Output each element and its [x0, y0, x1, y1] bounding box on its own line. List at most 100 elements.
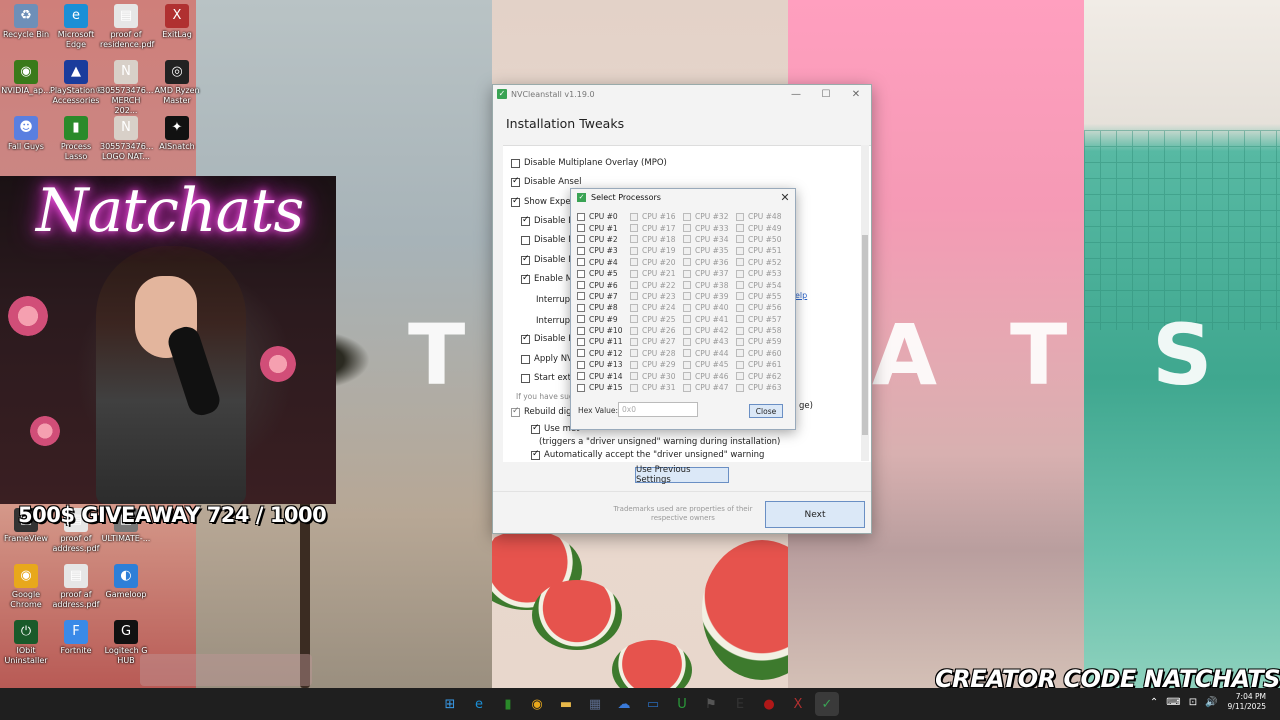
- checkbox[interactable]: [511, 176, 520, 187]
- cpu-checkbox[interactable]: CPU #47: [683, 382, 736, 393]
- cpu-checkbox[interactable]: CPU #57: [736, 314, 789, 325]
- scrollbar-thumb[interactable]: [862, 235, 868, 435]
- help-link[interactable]: elp: [795, 291, 807, 300]
- network-icon[interactable]: ⊡: [1189, 697, 1197, 708]
- checkbox[interactable]: [521, 373, 530, 383]
- checkbox[interactable]: [630, 269, 638, 278]
- checkbox[interactable]: [531, 449, 540, 460]
- cpu-checkbox[interactable]: CPU #51: [736, 245, 789, 256]
- checkbox[interactable]: [511, 196, 520, 207]
- use-previous-settings-button[interactable]: Use Previous Settings: [635, 465, 729, 485]
- cpu-checkbox[interactable]: CPU #25: [630, 314, 683, 325]
- checkbox[interactable]: [683, 258, 691, 267]
- store-icon[interactable]: ▦: [583, 692, 607, 716]
- checkbox[interactable]: [683, 337, 691, 346]
- checkbox[interactable]: [521, 273, 530, 284]
- tweak-option[interactable]: Show Expert: [511, 196, 578, 207]
- fl-icon[interactable]: ⚑: [699, 692, 723, 716]
- desktop-icon[interactable]: ◎ AMD Ryzen Master: [151, 60, 203, 106]
- desktop-icon[interactable]: N 305573476... MERCH 202...: [100, 60, 153, 116]
- checkbox[interactable]: [630, 383, 638, 392]
- cpu-checkbox[interactable]: CPU #1: [577, 222, 630, 233]
- checkbox[interactable]: [683, 212, 691, 221]
- desktop-icon[interactable]: ▤ proof af address.pdf: [50, 564, 102, 610]
- checkbox[interactable]: [511, 158, 520, 168]
- file-explorer-icon[interactable]: ▬: [554, 692, 578, 716]
- checkbox[interactable]: [736, 383, 744, 392]
- cpu-checkbox[interactable]: CPU #60: [736, 348, 789, 359]
- cpu-checkbox[interactable]: CPU #17: [630, 222, 683, 233]
- checkbox[interactable]: [736, 303, 744, 312]
- cpu-checkbox[interactable]: CPU #28: [630, 348, 683, 359]
- next-button[interactable]: Next: [765, 501, 865, 528]
- checkbox[interactable]: [683, 292, 691, 301]
- checkbox[interactable]: [683, 246, 691, 255]
- cpu-checkbox[interactable]: CPU #52: [736, 257, 789, 268]
- close-button[interactable]: Close: [749, 404, 783, 418]
- cpu-checkbox[interactable]: CPU #38: [683, 279, 736, 290]
- weather-icon[interactable]: ☁: [612, 692, 636, 716]
- checkbox[interactable]: [531, 423, 540, 434]
- tweak-option[interactable]: Rebuild digit: [511, 406, 577, 417]
- checkbox[interactable]: [521, 254, 530, 265]
- checkbox[interactable]: [630, 337, 638, 346]
- cpu-checkbox[interactable]: CPU #31: [630, 382, 683, 393]
- checkbox[interactable]: [577, 281, 585, 290]
- checkbox[interactable]: [521, 235, 530, 245]
- cpu-checkbox[interactable]: CPU #21: [630, 268, 683, 279]
- checkbox[interactable]: [736, 349, 744, 358]
- upwork-icon[interactable]: U: [670, 692, 694, 716]
- checkbox[interactable]: [630, 224, 638, 233]
- cpu-checkbox[interactable]: CPU #22: [630, 279, 683, 290]
- checkbox[interactable]: [577, 224, 585, 233]
- cpu-checkbox[interactable]: CPU #48: [736, 211, 789, 222]
- cpu-checkbox[interactable]: CPU #3: [577, 245, 630, 256]
- checkbox[interactable]: [630, 292, 638, 301]
- checkbox[interactable]: [736, 258, 744, 267]
- cpu-checkbox[interactable]: CPU #16: [630, 211, 683, 222]
- volume-icon[interactable]: 🔊: [1205, 697, 1217, 708]
- hex-value-input[interactable]: 0x0: [618, 402, 698, 417]
- tweak-option[interactable]: Disable Multiplane Overlay (MPO): [511, 158, 667, 168]
- cpu-checkbox[interactable]: CPU #53: [736, 268, 789, 279]
- cpu-checkbox[interactable]: CPU #8: [577, 302, 630, 313]
- checkbox[interactable]: [577, 326, 585, 335]
- cpu-checkbox[interactable]: CPU #24: [630, 302, 683, 313]
- cpu-checkbox[interactable]: CPU #2: [577, 234, 630, 245]
- cpu-checkbox[interactable]: CPU #34: [683, 234, 736, 245]
- checkbox[interactable]: [521, 333, 530, 344]
- minimize-icon[interactable]: —: [781, 89, 811, 100]
- checkbox[interactable]: [577, 303, 585, 312]
- checkbox[interactable]: [630, 246, 638, 255]
- cpu-checkbox[interactable]: CPU #36: [683, 257, 736, 268]
- cpu-checkbox[interactable]: CPU #39: [683, 291, 736, 302]
- desktop-icon[interactable]: ⏻ IObit Uninstaller: [0, 620, 52, 666]
- checkbox[interactable]: [630, 372, 638, 381]
- cpu-checkbox[interactable]: CPU #14: [577, 370, 630, 381]
- checkbox[interactable]: [736, 360, 744, 369]
- checkbox[interactable]: [521, 354, 530, 364]
- desktop-icon[interactable]: N 305573476... LOGO NAT...: [100, 116, 153, 162]
- checkbox[interactable]: [511, 406, 520, 417]
- desktop-icon[interactable]: ♻ Recycle Bin: [0, 4, 52, 40]
- dialog-titlebar[interactable]: ✓ Select Processors ✕: [571, 189, 795, 206]
- cpu-checkbox[interactable]: CPU #37: [683, 268, 736, 279]
- checkbox[interactable]: [736, 292, 744, 301]
- desktop-icon[interactable]: F Fortnite: [50, 620, 102, 656]
- cpu-checkbox[interactable]: CPU #40: [683, 302, 736, 313]
- window-titlebar[interactable]: ✓ NVCleanstall v1.19.0 — ☐ ✕: [493, 85, 871, 103]
- checkbox[interactable]: [577, 360, 585, 369]
- cpu-checkbox[interactable]: CPU #50: [736, 234, 789, 245]
- checkbox[interactable]: [683, 224, 691, 233]
- desktop-icon[interactable]: ▲ PlayStation® Accessories: [50, 60, 103, 106]
- nvcleanstall-icon[interactable]: ✓: [815, 692, 839, 716]
- checkbox[interactable]: [577, 372, 585, 381]
- checkbox[interactable]: [683, 281, 691, 290]
- checkbox[interactable]: [630, 212, 638, 221]
- checkbox[interactable]: [683, 326, 691, 335]
- checkbox[interactable]: [577, 246, 585, 255]
- windows-start-icon[interactable]: ⊞: [438, 692, 462, 716]
- scrollbar[interactable]: [861, 145, 869, 461]
- cpu-checkbox[interactable]: CPU #9: [577, 314, 630, 325]
- record-icon[interactable]: ●: [757, 692, 781, 716]
